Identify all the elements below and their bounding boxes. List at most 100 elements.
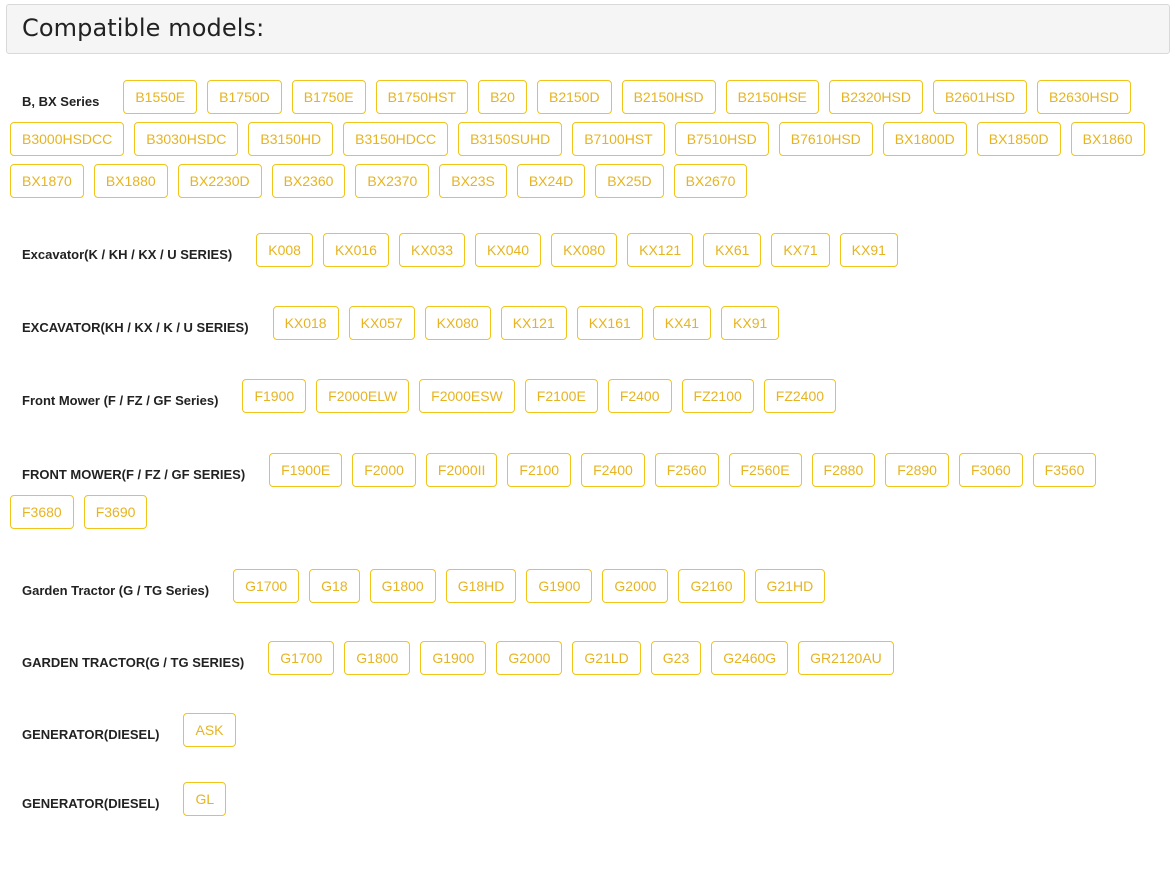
model-chip[interactable]: BX24D — [516, 164, 586, 198]
model-chip[interactable]: G2000 — [602, 569, 669, 603]
model-chip[interactable]: KX080 — [551, 233, 618, 267]
model-chip[interactable]: F2000 — [352, 453, 416, 487]
model-chip[interactable]: BX1800D — [882, 122, 967, 156]
model-chip[interactable]: F2560E — [728, 453, 802, 487]
model-chip[interactable]: B1750E — [291, 80, 366, 114]
model-chip[interactable]: F1900 — [242, 379, 307, 413]
model-chip[interactable]: B2630HSD — [1037, 80, 1132, 114]
group-label: B, BX Series — [22, 93, 100, 109]
group-label: Front Mower (F / FZ / GF Series) — [22, 392, 219, 408]
model-group: GENERATOR(DIESEL) ASK — [10, 713, 1170, 747]
model-chip[interactable]: B1750HST — [375, 80, 469, 114]
model-chip[interactable]: F2100 — [507, 453, 572, 487]
model-chip[interactable]: G1800 — [369, 569, 436, 603]
model-chip[interactable]: F3060 — [958, 453, 1023, 487]
model-chip[interactable]: F2400 — [581, 453, 645, 487]
model-chip[interactable]: F2000ELW — [316, 379, 410, 413]
model-chip[interactable]: GL — [183, 782, 227, 816]
model-chip[interactable]: F1900E — [269, 453, 343, 487]
model-chip[interactable]: KX033 — [398, 233, 466, 267]
model-group: GENERATOR(DIESEL) GL — [10, 782, 1170, 816]
model-chip[interactable]: B3150HDCC — [343, 122, 449, 156]
model-chip[interactable]: G2000 — [496, 641, 563, 675]
model-chip[interactable]: F3690 — [83, 495, 148, 529]
model-chip[interactable]: B1550E — [123, 80, 198, 114]
model-chip[interactable]: G2160 — [678, 569, 745, 603]
model-chip[interactable]: G1900 — [420, 641, 487, 675]
model-chip[interactable]: KX61 — [703, 233, 762, 267]
model-group: GARDEN TRACTOR(G / TG SERIES) G1700 G1800 G… — [10, 641, 1170, 675]
model-chip[interactable]: KX121 — [627, 233, 694, 267]
model-chip[interactable]: B3150SUHD — [458, 122, 563, 156]
model-chip[interactable]: G2460G — [711, 641, 789, 675]
model-chip[interactable]: B2150HSD — [621, 80, 716, 114]
model-chip[interactable]: F2100E — [524, 379, 598, 413]
model-chip[interactable]: KX71 — [771, 233, 830, 267]
model-chip[interactable]: B7510HSD — [674, 122, 769, 156]
model-chip[interactable]: B2150HSE — [725, 80, 819, 114]
model-chip[interactable]: KX41 — [652, 306, 712, 340]
model-chip[interactable]: B3000HSDCC — [10, 122, 125, 156]
model-chip[interactable]: BX1860 — [1070, 122, 1145, 156]
model-chip[interactable]: B1750D — [207, 80, 282, 114]
model-chip[interactable]: F3680 — [10, 495, 74, 529]
group-label: EXCAVATOR(KH / KX / K / U SERIES) — [22, 319, 249, 335]
model-group: Excavator(K / KH / KX / U SERIES) K008 KX0… — [10, 233, 1170, 267]
model-chip[interactable]: BX25D — [595, 164, 664, 198]
model-chip[interactable]: B2150D — [536, 80, 612, 114]
model-chip[interactable]: BX1850D — [976, 122, 1061, 156]
model-group: Garden Tractor (G / TG Series) G1700 G18 G1… — [10, 569, 1170, 603]
model-group: EXCAVATOR(KH / KX / K / U SERIES) KX018 KX… — [10, 306, 1170, 340]
model-chip[interactable]: KX161 — [576, 306, 643, 340]
model-chip[interactable]: KX91 — [721, 306, 780, 340]
model-chip[interactable]: G1800 — [344, 641, 411, 675]
model-chip[interactable]: B2320HSD — [828, 80, 923, 114]
group-label: FRONT MOWER(F / FZ / GF SERIES) — [22, 466, 246, 482]
model-chip[interactable]: BX2670 — [673, 164, 748, 198]
model-chip[interactable]: G1900 — [526, 569, 593, 603]
model-chip[interactable]: BX2230D — [177, 164, 262, 198]
model-chip[interactable]: B2601HSD — [932, 80, 1027, 114]
model-chip[interactable]: F3560 — [1032, 453, 1097, 487]
model-chip[interactable]: BX1870 — [10, 164, 84, 198]
model-chip[interactable]: F2890 — [885, 453, 949, 487]
model-chip[interactable]: G18HD — [445, 569, 517, 603]
model-groups: B, BX Series B1550E B1750D B1750E B1750HST B2… — [10, 80, 1170, 816]
model-chip[interactable]: KX016 — [322, 233, 389, 267]
model-chip[interactable]: KX91 — [839, 233, 898, 267]
model-chip[interactable]: B20 — [478, 80, 527, 114]
model-chip[interactable]: G1700 — [268, 641, 335, 675]
model-chip[interactable]: G18 — [309, 569, 360, 603]
model-chip[interactable]: G23 — [650, 641, 702, 675]
model-chip[interactable]: GR2120AU — [798, 641, 894, 675]
model-chip[interactable]: FZ2400 — [763, 379, 837, 413]
model-chip[interactable]: B3150HD — [248, 122, 334, 156]
model-chip[interactable]: KX057 — [348, 306, 415, 340]
model-chip[interactable]: B7610HSD — [778, 122, 873, 156]
model-chip[interactable]: BX1880 — [93, 164, 168, 198]
model-chip[interactable]: G21HD — [754, 569, 826, 603]
model-chip[interactable]: B3030HSDC — [134, 122, 239, 156]
model-group: Front Mower (F / FZ / GF Series) F1900 F20… — [10, 379, 1170, 413]
group-label: GARDEN TRACTOR(G / TG SERIES) — [22, 654, 245, 670]
model-group: FRONT MOWER(F / FZ / GF SERIES) F1900E F20… — [10, 453, 1170, 529]
model-chip[interactable]: KX018 — [272, 306, 339, 340]
model-chip[interactable]: G21LD — [572, 641, 641, 675]
model-chip[interactable]: F2560 — [654, 453, 719, 487]
model-chip[interactable]: F2400 — [607, 379, 672, 413]
model-chip[interactable]: BX2370 — [355, 164, 430, 198]
model-chip[interactable]: BX2360 — [271, 164, 346, 198]
model-chip[interactable]: G1700 — [233, 569, 300, 603]
model-chip[interactable]: F2000ESW — [419, 379, 515, 413]
model-chip[interactable]: BX23S — [439, 164, 507, 198]
model-chip[interactable]: KX080 — [424, 306, 491, 340]
model-chip[interactable]: B7100HST — [572, 122, 665, 156]
model-chip[interactable]: K008 — [256, 233, 313, 267]
model-chip[interactable]: KX121 — [500, 306, 567, 340]
model-chip[interactable]: KX040 — [475, 233, 542, 267]
model-chip[interactable]: ASK — [183, 713, 236, 747]
model-chip[interactable]: F2880 — [811, 453, 876, 487]
model-chip[interactable]: F2000II — [425, 453, 498, 487]
model-chip[interactable]: FZ2100 — [681, 379, 754, 413]
group-label: Excavator(K / KH / KX / U SERIES) — [22, 246, 233, 262]
